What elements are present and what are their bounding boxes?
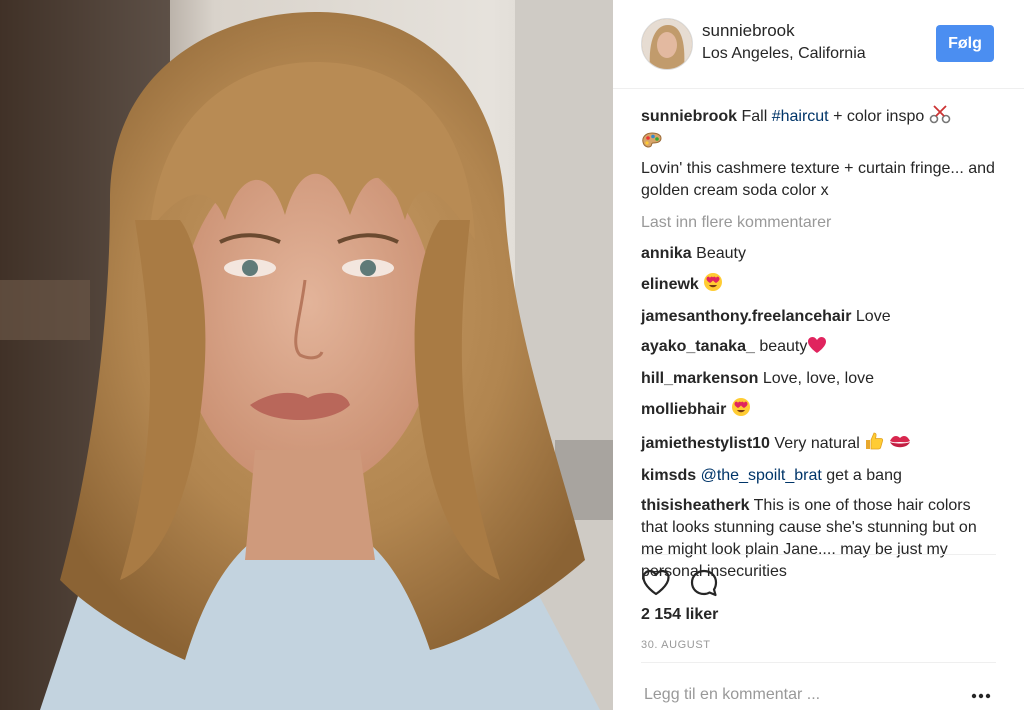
comment-username[interactable]: ayako_tanaka_ (641, 338, 755, 355)
thumbs-up-icon (864, 431, 884, 458)
divider (641, 554, 996, 555)
heart-eyes-icon (703, 272, 723, 299)
comment-item: annika Beauty (641, 243, 996, 265)
mention-link[interactable]: @the_spoilt_brat (701, 467, 822, 484)
comment-item: kimsds @the_spoilt_brat get a bang (641, 465, 996, 487)
comment-item: hill_markenson Love, love, love (641, 368, 996, 390)
location-link[interactable]: Los Angeles, California (702, 45, 866, 63)
comment-username[interactable]: elinewk (641, 276, 699, 293)
comment-text: Beauty (696, 245, 746, 262)
comment-item: jamiethestylist10 Very natural (641, 431, 996, 458)
divider (641, 662, 996, 663)
comment-item: molliebhair (641, 397, 996, 424)
caption-text-after: + color inspo (828, 108, 925, 125)
comment-bubble-icon[interactable] (689, 568, 719, 598)
comments-list: sunniebrook Fall #haircut + color inspo … (641, 104, 996, 583)
comment-username[interactable]: kimsds (641, 467, 696, 484)
likes-count[interactable]: 2 154 liker (641, 606, 718, 624)
heart-eyes-icon (731, 397, 751, 424)
hashtag-link[interactable]: #haircut (772, 108, 829, 125)
comment-text: Love, love, love (762, 369, 875, 387)
post-side-panel: sunniebrook Los Angeles, California Følg… (613, 0, 1024, 710)
comment-username[interactable]: hill_markenson (641, 370, 758, 387)
follow-button[interactable]: Følg (936, 25, 994, 62)
comment-text: get a bang (821, 467, 902, 485)
comment-username[interactable]: molliebhair (641, 401, 726, 418)
caption-username[interactable]: sunniebrook (641, 108, 737, 125)
comment-username[interactable]: thisisheatherk (641, 497, 749, 514)
post-date[interactable]: 30. AUGUST (641, 639, 711, 651)
instagram-post: sunniebrook Los Angeles, California Følg… (0, 0, 1024, 710)
comment-text: beauty (759, 337, 808, 355)
palette-icon (641, 131, 663, 158)
caption: sunniebrook Fall #haircut + color inspo … (641, 104, 996, 202)
comment-text: Love (855, 308, 891, 326)
comment-username[interactable]: jamesanthony.freelancehair (641, 308, 851, 325)
caption-line2: Lovin' this cashmere texture + curtain f… (641, 160, 995, 199)
red-heart-icon (807, 336, 827, 361)
comment-username[interactable]: annika (641, 245, 692, 262)
caption-text: Fall (741, 108, 772, 125)
post-actions (641, 568, 841, 598)
load-more-comments-link[interactable]: Last inn flere kommentarer (641, 212, 996, 234)
comment-item: jamesanthony.freelancehair Love (641, 306, 996, 328)
comment-username[interactable]: jamiethestylist10 (641, 435, 770, 452)
scissors-icon (929, 104, 951, 131)
comment-item: elinewk (641, 272, 996, 299)
comment-text: Very natural (774, 435, 860, 453)
avatar[interactable] (641, 18, 693, 70)
kiss-lips-icon (889, 433, 911, 458)
post-header: sunniebrook Los Angeles, California Følg (613, 0, 1024, 89)
username[interactable]: sunniebrook (702, 21, 795, 41)
post-photo-image (0, 0, 613, 710)
more-options-icon[interactable] (968, 686, 994, 706)
avatar-image (642, 19, 692, 69)
heart-icon[interactable] (641, 568, 671, 598)
add-comment-input[interactable] (641, 683, 954, 707)
comment-item: ayako_tanaka_ beauty (641, 336, 996, 361)
post-photo[interactable] (0, 0, 613, 710)
